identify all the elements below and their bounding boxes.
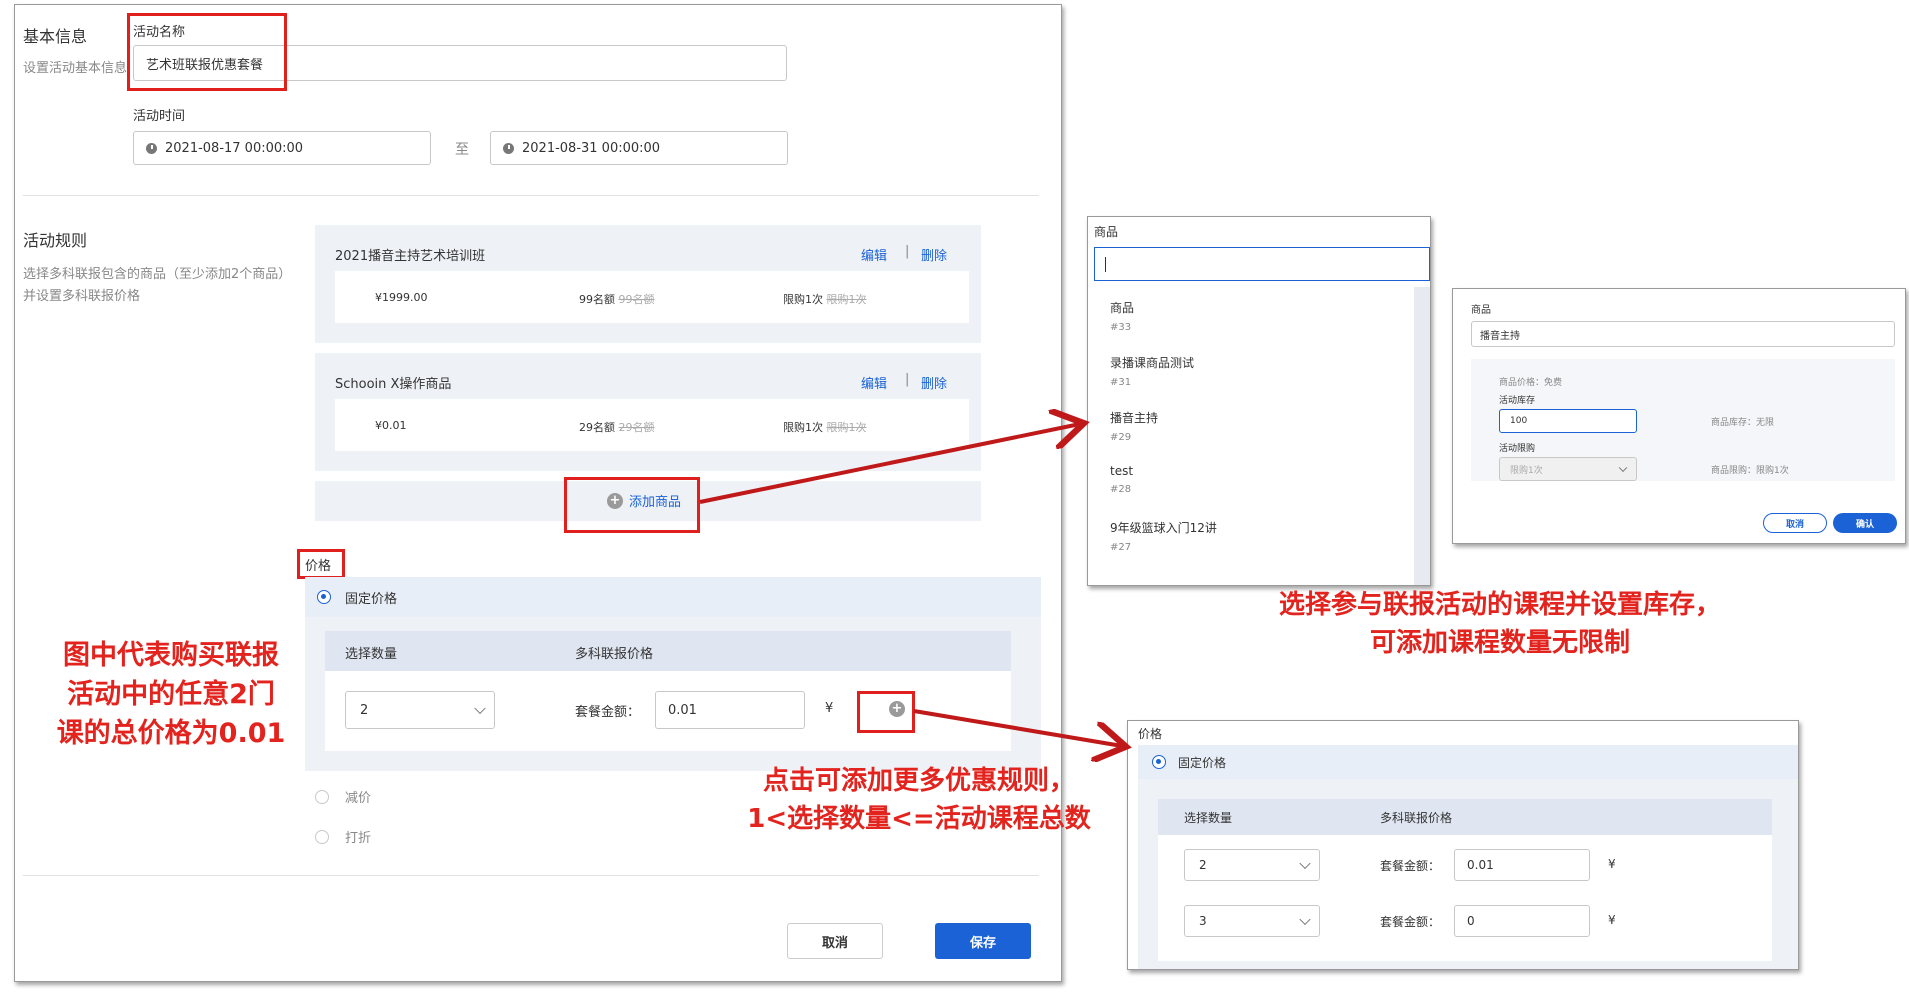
- note-middle: 点击可添加更多优惠规则， 1<选择数量<=活动课程总数: [704, 762, 1134, 838]
- note-left: 图中代表购买联报 活动中的任意2门 课的总价格为0.01: [40, 636, 302, 753]
- arrow-to-product-list: [699, 424, 1080, 504]
- note-middle-line: 1<选择数量<=活动课程总数: [747, 804, 1091, 834]
- arrow-to-price-panel: [913, 709, 1122, 746]
- annotation-arrows: [699, 0, 1909, 994]
- note-left-line: 课的总价格为0.01: [56, 718, 286, 749]
- note-right-top: 选择参与联报活动的课程并设置库存， 可添加课程数量无限制: [1210, 586, 1790, 662]
- note-right-top-line: 可添加课程数量无限制: [1369, 628, 1630, 658]
- note-right-top-line: 选择参与联报活动的课程并设置库存，: [1278, 590, 1721, 620]
- note-left-line: 活动中的任意2门: [67, 679, 275, 710]
- note-middle-line: 点击可添加更多优惠规则，: [762, 766, 1075, 796]
- note-left-line: 图中代表购买联报: [63, 640, 279, 671]
